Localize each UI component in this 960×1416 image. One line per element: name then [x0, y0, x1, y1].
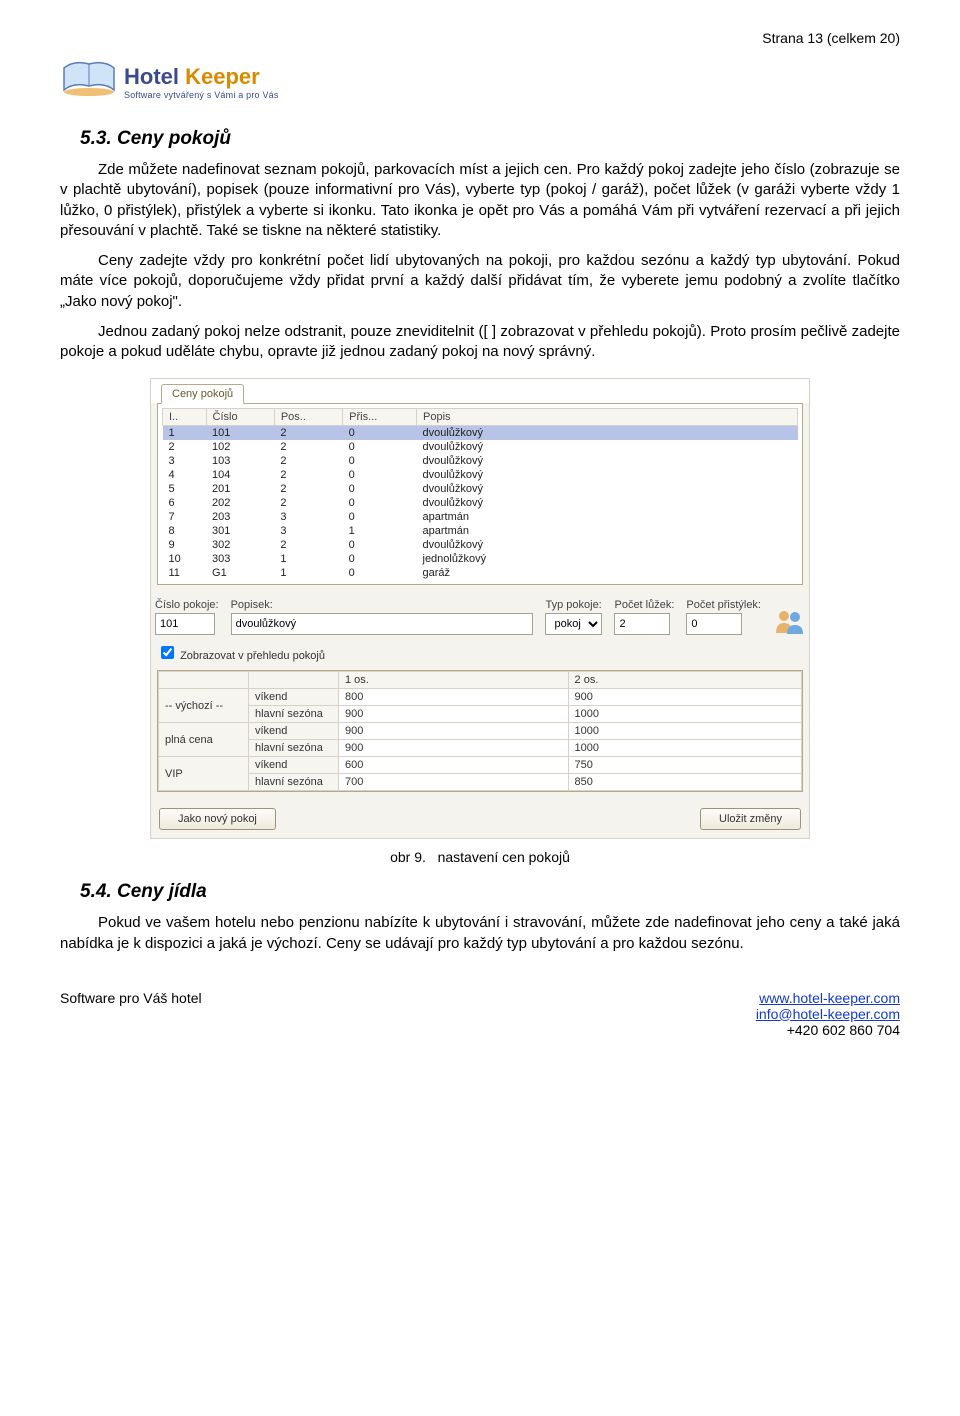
section-53-p1: Zde můžete nadefinovat seznam pokojů, pa… — [60, 160, 900, 241]
figure-caption: obr 9. nastavení cen pokojů — [60, 849, 900, 865]
footer-url[interactable]: www.hotel-keeper.com — [759, 990, 900, 1006]
col-1os: 1 os. — [339, 672, 569, 689]
ui-panel: Ceny pokojů I.. Číslo Pos.. Přis... Popi… — [150, 378, 810, 839]
col-idx[interactable]: I.. — [163, 409, 207, 426]
desc-input[interactable] — [231, 613, 534, 635]
price-row[interactable]: hlavní sezóna700850 — [159, 774, 802, 791]
type-select[interactable]: pokoj — [545, 613, 602, 635]
price-row[interactable]: plná cenavíkend9001000 — [159, 723, 802, 740]
rooms-table[interactable]: I.. Číslo Pos.. Přis... Popis 110120dvou… — [162, 408, 798, 580]
table-row[interactable]: 110120dvoulůžkový — [163, 426, 798, 441]
col-pos[interactable]: Pos.. — [274, 409, 342, 426]
table-row[interactable]: 11G110garáž — [163, 566, 798, 580]
table-row[interactable]: 620220dvoulůžkový — [163, 496, 798, 510]
section-53-p2: Ceny zadejte vždy pro konkrétní počet li… — [60, 251, 900, 312]
price-row[interactable]: VIPvíkend600750 — [159, 757, 802, 774]
table-row[interactable]: 830131apartmán — [163, 524, 798, 538]
table-row[interactable]: 210220dvoulůžkový — [163, 440, 798, 454]
logo-brand: Hotel Keeper — [124, 64, 279, 90]
footer-left: Software pro Váš hotel — [60, 990, 202, 1038]
section-54-heading: 5.4. Ceny jídla — [80, 881, 900, 903]
section-53-p3: Jednou zadaný pokoj nelze odstranit, pou… — [60, 322, 900, 363]
show-checkbox-label[interactable]: Zobrazovat v přehledu pokojů — [157, 650, 325, 662]
room-no-label: Číslo pokoje: — [155, 599, 219, 611]
table-row[interactable]: 310320dvoulůžkový — [163, 454, 798, 468]
book-icon — [60, 54, 118, 100]
save-button[interactable]: Uložit změny — [700, 808, 801, 830]
extra-label: Počet přistýlek: — [686, 599, 761, 611]
col-desc[interactable]: Popis — [417, 409, 798, 426]
price-row[interactable]: hlavní sezóna9001000 — [159, 740, 802, 757]
section-53-heading: 5.3. Ceny pokojů — [80, 128, 900, 150]
table-row[interactable]: 1030310jednolůžkový — [163, 552, 798, 566]
logo-tagline: Software vytvářený s Vámi a pro Vás — [124, 90, 279, 100]
people-icon[interactable] — [773, 607, 805, 635]
table-row[interactable]: 520120dvoulůžkový — [163, 482, 798, 496]
show-checkbox[interactable] — [161, 646, 174, 659]
beds-spinner[interactable] — [614, 613, 670, 635]
type-label: Typ pokoje: — [545, 599, 602, 611]
footer-mail[interactable]: info@hotel-keeper.com — [756, 1006, 900, 1022]
extra-spinner[interactable] — [686, 613, 742, 635]
table-row[interactable]: 930220dvoulůžkový — [163, 538, 798, 552]
tab-ceny-pokoju[interactable]: Ceny pokojů — [161, 384, 244, 404]
col-pris[interactable]: Přis... — [343, 409, 417, 426]
footer-phone: +420 602 860 704 — [787, 1022, 900, 1038]
section-54-p1: Pokud ve vašem hotelu nebo penzionu nabí… — [60, 913, 900, 954]
price-row[interactable]: -- výchozí --víkend800900 — [159, 689, 802, 706]
col-num[interactable]: Číslo — [206, 409, 274, 426]
logo: Hotel Keeper Software vytvářený s Vámi a… — [60, 54, 900, 100]
col-2os: 2 os. — [568, 672, 801, 689]
beds-label: Počet lůžek: — [614, 599, 674, 611]
page-counter: Strana 13 (celkem 20) — [60, 30, 900, 46]
table-row[interactable]: 410420dvoulůžkový — [163, 468, 798, 482]
new-room-button[interactable]: Jako nový pokoj — [159, 808, 276, 830]
desc-label: Popisek: — [231, 599, 534, 611]
prices-table[interactable]: 1 os. 2 os. -- výchozí --víkend800900hla… — [158, 671, 802, 791]
price-row[interactable]: hlavní sezóna9001000 — [159, 706, 802, 723]
room-no-input[interactable] — [155, 613, 215, 635]
table-row[interactable]: 720330apartmán — [163, 510, 798, 524]
